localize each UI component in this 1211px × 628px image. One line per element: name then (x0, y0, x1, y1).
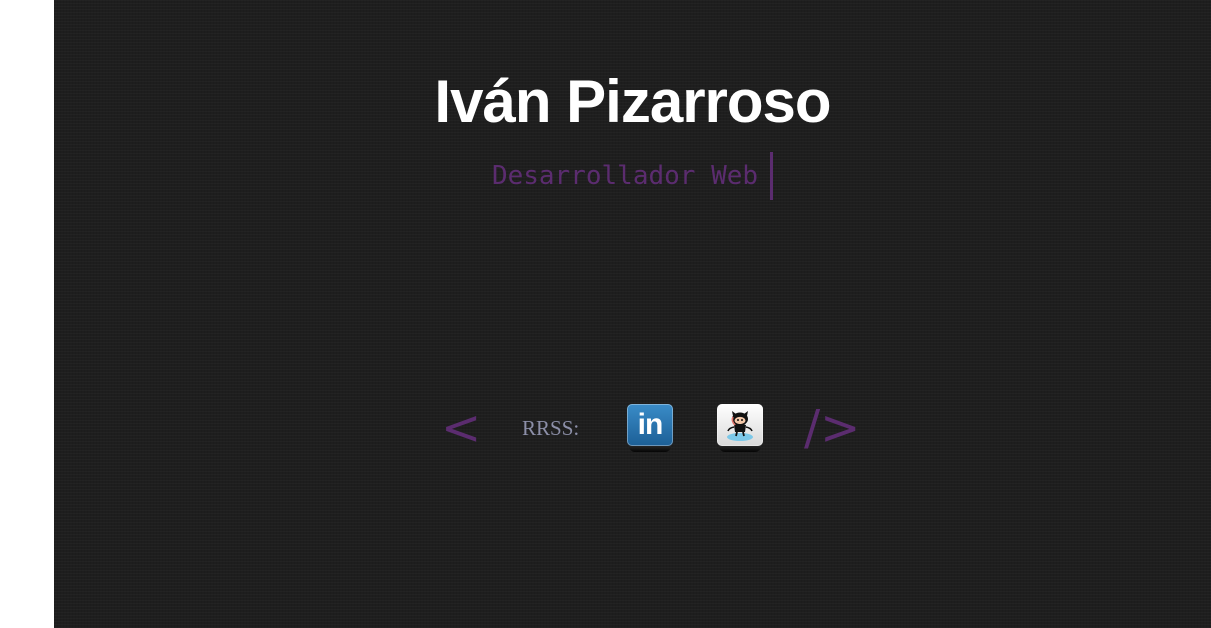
close-bracket-decoration: /> (804, 400, 861, 456)
page-title: Iván Pizarroso (434, 68, 831, 135)
linkedin-link[interactable]: in (627, 404, 673, 452)
open-bracket-decoration: < (441, 400, 482, 456)
github-link[interactable] (717, 404, 763, 452)
social-label: RRSS: (522, 416, 580, 440)
hero-section: Iván Pizarroso Desarrollador Web < RRSS:… (54, 0, 1211, 628)
role-typing-line: Desarrollador Web (54, 152, 1211, 200)
octocat-illustration (727, 411, 753, 441)
linkedin-icon-glyph: in (637, 408, 664, 441)
social-links-row: < RRSS: in /> (54, 400, 1211, 456)
linkedin-icon: in (627, 404, 673, 446)
github-octocat-icon (717, 404, 763, 446)
role-subtitle: Desarrollador Web (492, 152, 774, 200)
